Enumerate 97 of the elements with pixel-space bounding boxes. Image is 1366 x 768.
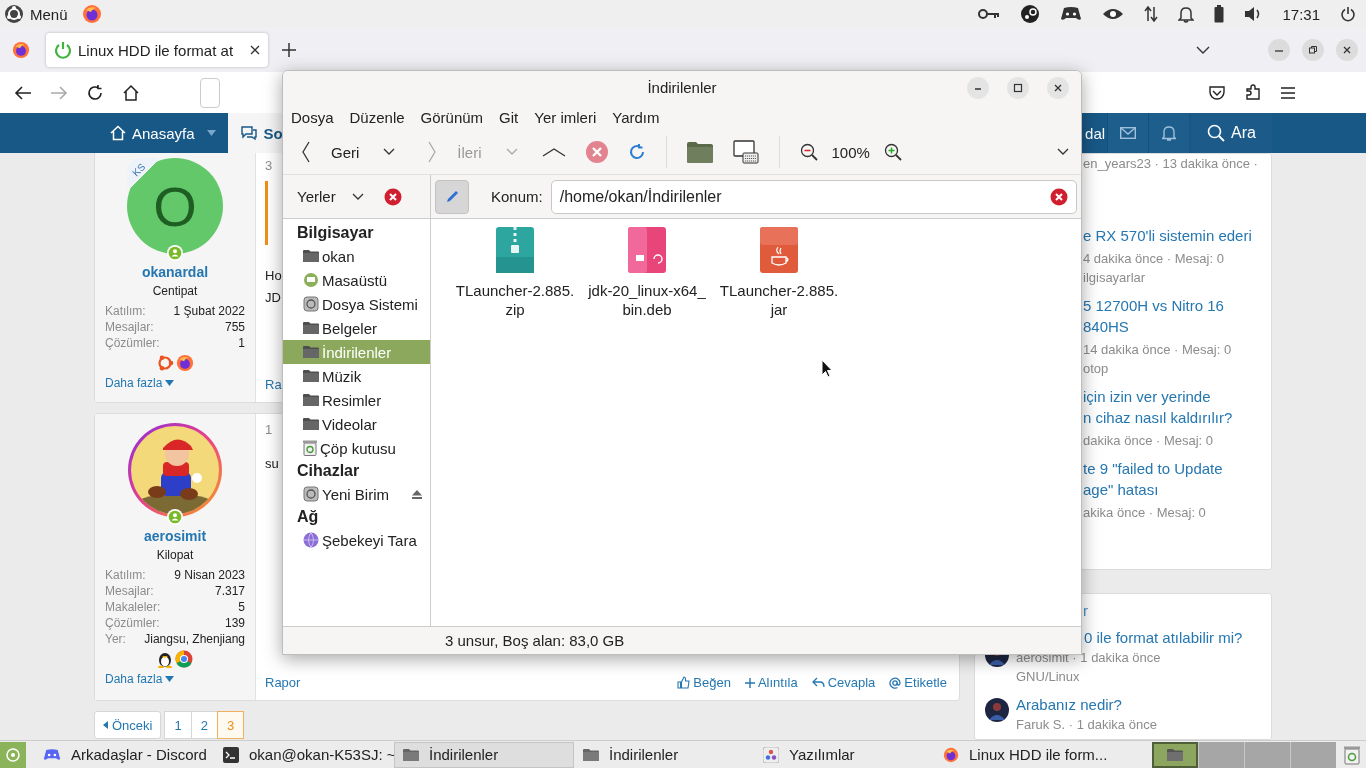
file-item[interactable]: TLauncher-2.885. zip bbox=[451, 227, 579, 319]
sidebar-item[interactable]: Çöp kutusu bbox=[283, 436, 430, 460]
report-link[interactable]: Ra bbox=[265, 377, 282, 392]
stat-label: Yer: bbox=[105, 632, 126, 646]
location-label: Konum: bbox=[491, 188, 543, 205]
zoom-level: 100% bbox=[831, 143, 870, 161]
browser-tab[interactable]: Linux HDD ile format at bbox=[46, 33, 268, 67]
taskbar-button[interactable]: Arkadaşlar - Discord bbox=[34, 741, 214, 768]
thread-meta: Faruk S. · 1 dakika önce bbox=[1016, 716, 1157, 734]
thread-link[interactable]: Arabanız nedir? bbox=[1016, 694, 1157, 715]
stat-value: 1 bbox=[238, 336, 245, 350]
thread-category[interactable]: ilgisayarlar bbox=[1083, 268, 1263, 287]
sidebar-item[interactable]: okan bbox=[283, 244, 430, 268]
status-text: 3 unsur, Boş alan: 83,0 GB bbox=[445, 632, 625, 649]
menu-item[interactable]: Git bbox=[499, 108, 519, 126]
post-action-link[interactable]: Cevapla bbox=[811, 675, 876, 690]
places-dropdown[interactable]: Yerler bbox=[297, 188, 364, 205]
stat-value: 139 bbox=[224, 616, 245, 630]
file-name: jdk-20_linux-x64_ bin.deb bbox=[588, 281, 706, 319]
user-title: Kilopat bbox=[156, 548, 194, 562]
file-item[interactable]: jdk-20_linux-x64_ bin.deb bbox=[583, 227, 711, 319]
file-name: TLauncher-2.885. zip bbox=[455, 281, 575, 319]
search-button[interactable]: Ara bbox=[1191, 113, 1272, 153]
report-link[interactable]: Rapor bbox=[265, 675, 301, 690]
thread-meta: 4 dakika önce · Mesaj: 0 bbox=[1083, 250, 1225, 268]
stat-value: 9 Nisan 2023 bbox=[174, 568, 245, 582]
taskbar-button[interactable]: Yazılımlar bbox=[754, 741, 934, 768]
previous-page-button[interactable]: Önceki bbox=[94, 711, 162, 739]
username-link[interactable]: aerosimit bbox=[143, 528, 207, 544]
more-link[interactable]: Daha fazla bbox=[105, 672, 175, 686]
more-link[interactable]: Daha fazla bbox=[105, 376, 175, 390]
thread-category[interactable]: otop bbox=[1083, 359, 1263, 378]
taskbar-button[interactable]: Linux HDD ile form... bbox=[934, 741, 1114, 768]
sidebar-item[interactable]: Dosya Sistemi bbox=[283, 292, 430, 316]
menu-item[interactable]: Yardım bbox=[612, 108, 660, 126]
menu-label[interactable]: Menü bbox=[30, 5, 68, 23]
thread-category[interactable]: GNU/Linux bbox=[1016, 667, 1243, 686]
post-text: su bbox=[265, 455, 279, 473]
window-title: İndirilenler bbox=[647, 79, 717, 96]
thread-meta: 14 dakika önce · Mesaj: 0 bbox=[1083, 341, 1233, 359]
thread-link[interactable]: te 9 "failed to Update age" hatası bbox=[1083, 458, 1263, 500]
menu-item[interactable]: Yer imleri bbox=[534, 108, 597, 126]
post-action-link[interactable]: Beğen bbox=[677, 675, 731, 690]
post-text: Ho JD bbox=[265, 267, 282, 307]
corner-ribbon: KS bbox=[127, 158, 157, 188]
sidebar-heading: Cihazlar bbox=[296, 461, 361, 481]
stat-label: Makaleler: bbox=[105, 600, 161, 614]
stat-label: Mesajlar: bbox=[105, 320, 154, 334]
stat-value: 1 Şubat 2022 bbox=[173, 304, 245, 318]
clock[interactable]: 17:31 bbox=[1282, 5, 1320, 23]
username-link[interactable]: okanardal bbox=[141, 264, 209, 280]
thread-meta: dakika önce · Mesaj: 0 bbox=[1083, 432, 1215, 450]
post-action-link[interactable]: Alıntıla bbox=[744, 675, 798, 690]
user-title: Centipat bbox=[152, 284, 198, 298]
taskbar-button[interactable]: okan@okan-K53SJ: ~ bbox=[214, 741, 394, 768]
sidebar-item[interactable]: Şebekeyi Tara bbox=[283, 528, 430, 552]
page-button[interactable]: 2 bbox=[190, 711, 218, 739]
thread-link[interactable]: için izin ver yerinde n cihaz nasıl kaldırılır? bbox=[1083, 386, 1263, 428]
stat-label: Katılım: bbox=[105, 568, 146, 582]
stat-label: Katılım: bbox=[105, 304, 146, 318]
post-action-link[interactable]: Etiketle bbox=[889, 675, 947, 690]
sidebar-item[interactable]: Belgeler bbox=[283, 316, 430, 340]
taskbar-button[interactable]: İndirilenler bbox=[574, 741, 754, 768]
sidebar-item[interactable]: Yeni Birim bbox=[283, 482, 430, 506]
thread-link[interactable]: 5 12700H vs Nitro 16 840HS bbox=[1083, 295, 1263, 337]
file-name: TLauncher-2.885. jar bbox=[719, 281, 839, 319]
page-button[interactable]: 1 bbox=[164, 711, 192, 739]
tab-title: Linux HDD ile format at bbox=[78, 41, 235, 59]
stat-value: 755 bbox=[224, 320, 245, 334]
sidebar-item[interactable]: Müzik bbox=[283, 364, 430, 388]
stat-value: 5 bbox=[238, 600, 245, 614]
stat-value: 7.317 bbox=[214, 584, 245, 598]
stat-label: Çözümler: bbox=[105, 616, 160, 630]
stat-label: Mesajlar: bbox=[105, 584, 154, 598]
menu-item[interactable]: Düzenle bbox=[349, 108, 405, 126]
nav-tab[interactable]: Anasayfa bbox=[98, 113, 228, 153]
sidebar-item[interactable]: Videolar bbox=[283, 412, 430, 436]
thread-link[interactable]: e RX 570'li sistemin ederi bbox=[1083, 225, 1263, 246]
thread-meta: aerosimit · 1 dakika önce bbox=[1016, 649, 1162, 667]
stat-value: Jiangsu, Zhenjiang bbox=[144, 632, 245, 646]
taskbar-button[interactable]: İndirilenler bbox=[394, 741, 574, 768]
user-link[interactable]: dal bbox=[1085, 124, 1106, 142]
stat-label: Çözümler: bbox=[105, 336, 160, 350]
back-button[interactable]: Geri bbox=[331, 143, 360, 161]
file-item[interactable]: TLauncher-2.885. jar bbox=[715, 227, 843, 319]
location-field[interactable]: /home/okan/İndirilenler bbox=[550, 179, 1077, 214]
sidebar-heading: Bilgisayar bbox=[296, 223, 375, 243]
sidebar-heading: Ağ bbox=[296, 507, 320, 527]
post-date[interactable]: 3 bbox=[265, 158, 273, 173]
menu-item[interactable]: Dosya bbox=[291, 108, 334, 126]
thread-meta: en_years23 · 13 dakika önce · bbox=[1083, 155, 1259, 173]
menu-item[interactable]: Görünüm bbox=[420, 108, 484, 126]
sidebar-item[interactable]: Masaüstü bbox=[283, 268, 430, 292]
sidebar-item[interactable]: Resimler bbox=[283, 388, 430, 412]
nav-tab[interactable]: So bbox=[227, 113, 283, 153]
thread-meta: akika önce · Mesaj: 0 bbox=[1083, 504, 1207, 522]
thread-link[interactable]: 0 ile format atılabilir mi? bbox=[1084, 627, 1243, 648]
